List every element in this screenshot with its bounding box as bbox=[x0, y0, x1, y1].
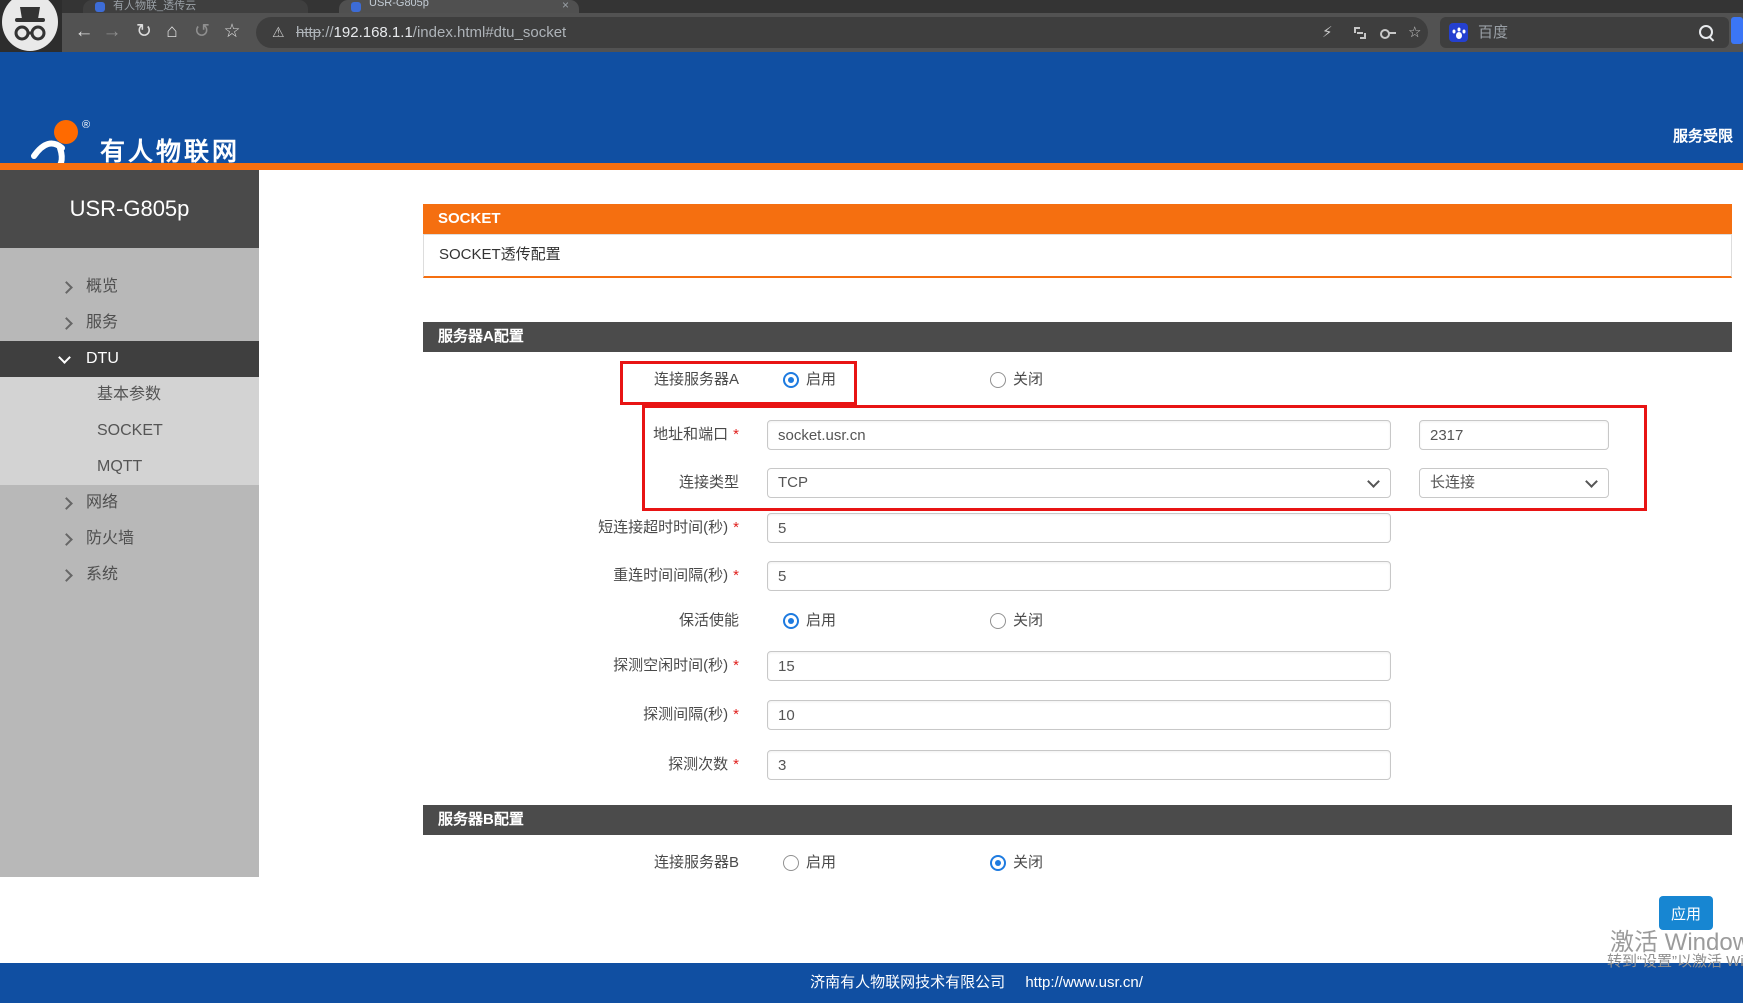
password-key-icon[interactable] bbox=[1380, 29, 1396, 37]
probe-idle-input[interactable] bbox=[767, 651, 1391, 681]
required-asterisk: * bbox=[733, 706, 739, 723]
form-row-address-port: 地址和端口* bbox=[0, 420, 1743, 450]
field-label: 连接类型 bbox=[423, 468, 739, 498]
form-row-keepalive: 保活使能 启用 关闭 bbox=[0, 606, 1743, 636]
baidu-search-label: 百度 bbox=[1478, 17, 1508, 48]
tab-usr-cloud[interactable]: 有人物联_透传云 bbox=[83, 0, 308, 13]
page-subtitle: SOCKET透传配置 bbox=[423, 234, 1732, 278]
server-address-input[interactable] bbox=[767, 420, 1391, 450]
radio-label-enable[interactable]: 启用 bbox=[806, 365, 836, 395]
radio-label-enable[interactable]: 启用 bbox=[806, 848, 836, 878]
url-host: 192.168.1.1 bbox=[334, 24, 413, 41]
field-label: 连接服务器B bbox=[423, 848, 739, 878]
radio-label-disable[interactable]: 关闭 bbox=[1013, 365, 1043, 395]
home-icon[interactable]: ⌂ bbox=[158, 13, 186, 52]
tab-favicon bbox=[351, 2, 361, 12]
footer-company: 济南有人物联网技术有限公司 bbox=[810, 974, 1005, 991]
forward-icon[interactable]: → bbox=[98, 13, 126, 52]
radio-keepalive-enable[interactable] bbox=[783, 613, 799, 629]
incognito-icon bbox=[2, 0, 58, 51]
extension-icon[interactable] bbox=[1731, 17, 1743, 44]
chevron-down-icon bbox=[1367, 475, 1380, 488]
form-row-probe-count: 探测次数* bbox=[0, 750, 1743, 780]
baidu-search-box[interactable]: 百度 bbox=[1440, 17, 1729, 48]
svg-text:®: ® bbox=[82, 119, 90, 131]
reconnect-interval-input[interactable] bbox=[767, 561, 1391, 591]
radio-server-b-disable[interactable] bbox=[990, 855, 1006, 871]
url-path: /index.html#dtu_socket bbox=[413, 24, 566, 41]
star-icon[interactable]: ☆ bbox=[1408, 17, 1421, 48]
required-asterisk: * bbox=[733, 567, 739, 584]
browser-window: 有人物联_透传云 USR-G805p × ← → ↻ ⌂ ↺ ☆ ⚠ http:… bbox=[0, 0, 1743, 1003]
site-header: ® 有人物联网 工业物联网通信专家 服务受限 修改登录 bbox=[0, 52, 1743, 163]
field-label: 地址和端口* bbox=[423, 420, 739, 450]
field-label: 探测间隔(秒)* bbox=[423, 700, 739, 730]
required-asterisk: * bbox=[733, 426, 739, 443]
radio-keepalive-disable[interactable] bbox=[990, 613, 1006, 629]
lightning-icon[interactable]: ⚡ bbox=[1322, 17, 1333, 48]
field-label: 探测次数* bbox=[423, 750, 739, 780]
page-footer: 济南有人物联网技术有限公司 http://www.usr.cn/ bbox=[0, 963, 1743, 1003]
baidu-icon bbox=[1449, 23, 1468, 42]
section-server-a-title: 服务器A配置 bbox=[423, 322, 1732, 352]
tab-label: USR-G805p bbox=[369, 0, 429, 9]
tab-usr-g805p[interactable]: USR-G805p × bbox=[339, 0, 579, 13]
form-row-reconnect-interval: 重连时间间隔(秒)* bbox=[0, 561, 1743, 591]
windows-activation-watermark-sub: 转到“设置”以激活 Windows。 bbox=[1607, 950, 1743, 971]
sidebar-item-overview[interactable]: 概览 bbox=[0, 269, 259, 305]
url-text: http://192.168.1.1/index.html#dtu_socket bbox=[296, 17, 566, 48]
radio-server-a-enable[interactable] bbox=[783, 372, 799, 388]
form-row-connection-type: 连接类型 TCP 长连接 bbox=[0, 468, 1743, 498]
probe-interval-input[interactable] bbox=[767, 700, 1391, 730]
service-limited-link[interactable]: 服务受限 bbox=[1673, 125, 1733, 146]
footer-site-url: http://www.usr.cn/ bbox=[1025, 974, 1143, 991]
required-asterisk: * bbox=[733, 657, 739, 674]
form-row-connect-server-a: 连接服务器A 启用 关闭 bbox=[0, 365, 1743, 395]
connection-mode-select[interactable]: 长连接 bbox=[1419, 468, 1609, 498]
tab-close-icon[interactable]: × bbox=[562, 0, 569, 12]
field-label: 连接服务器A bbox=[423, 365, 739, 395]
server-port-input[interactable] bbox=[1419, 420, 1609, 450]
form-row-probe-interval: 探测间隔(秒)* bbox=[0, 700, 1743, 730]
radio-label-disable[interactable]: 关闭 bbox=[1013, 848, 1043, 878]
radio-server-b-enable[interactable] bbox=[783, 855, 799, 871]
tab-favicon bbox=[95, 2, 105, 12]
radio-label-enable[interactable]: 启用 bbox=[806, 606, 836, 636]
address-bar[interactable]: ⚠ http://192.168.1.1/index.html#dtu_sock… bbox=[256, 17, 1428, 48]
required-asterisk: * bbox=[733, 756, 739, 773]
connection-type-select[interactable]: TCP bbox=[767, 468, 1391, 498]
orange-divider bbox=[0, 163, 1743, 170]
form-row-short-timeout: 短连接超时时间(秒)* bbox=[0, 513, 1743, 543]
page-title: SOCKET bbox=[423, 204, 1732, 234]
back-icon[interactable]: ← bbox=[70, 13, 98, 52]
not-secure-warning-icon[interactable]: ⚠ bbox=[272, 17, 285, 48]
restore-icon[interactable]: ↺ bbox=[188, 13, 216, 52]
sidebar-item-service[interactable]: 服务 bbox=[0, 305, 259, 341]
section-server-b-title: 服务器B配置 bbox=[423, 805, 1732, 835]
search-icon[interactable] bbox=[1699, 25, 1713, 39]
reload-icon[interactable]: ↻ bbox=[130, 13, 158, 52]
field-label: 重连时间间隔(秒)* bbox=[423, 561, 739, 591]
field-label: 探测空闲时间(秒)* bbox=[423, 651, 739, 681]
radio-label-disable[interactable]: 关闭 bbox=[1013, 606, 1043, 636]
device-model-title: USR-G805p bbox=[0, 170, 259, 248]
radio-server-a-disable[interactable] bbox=[990, 372, 1006, 388]
field-label: 短连接超时时间(秒)* bbox=[423, 513, 739, 543]
url-scheme: http bbox=[296, 24, 321, 41]
chevron-down-icon bbox=[1585, 475, 1598, 488]
bookmark-star-icon[interactable]: ☆ bbox=[218, 13, 246, 52]
probe-count-input[interactable] bbox=[767, 750, 1391, 780]
form-row-connect-server-b: 连接服务器B 启用 关闭 bbox=[0, 848, 1743, 878]
tab-label: 有人物联_透传云 bbox=[113, 0, 196, 13]
screenshot-icon[interactable] bbox=[1354, 27, 1366, 39]
required-asterisk: * bbox=[733, 519, 739, 536]
form-row-probe-idle: 探测空闲时间(秒)* bbox=[0, 651, 1743, 681]
field-label: 保活使能 bbox=[423, 606, 739, 636]
short-timeout-input[interactable] bbox=[767, 513, 1391, 543]
tab-strip: 有人物联_透传云 USR-G805p × bbox=[0, 0, 1743, 13]
